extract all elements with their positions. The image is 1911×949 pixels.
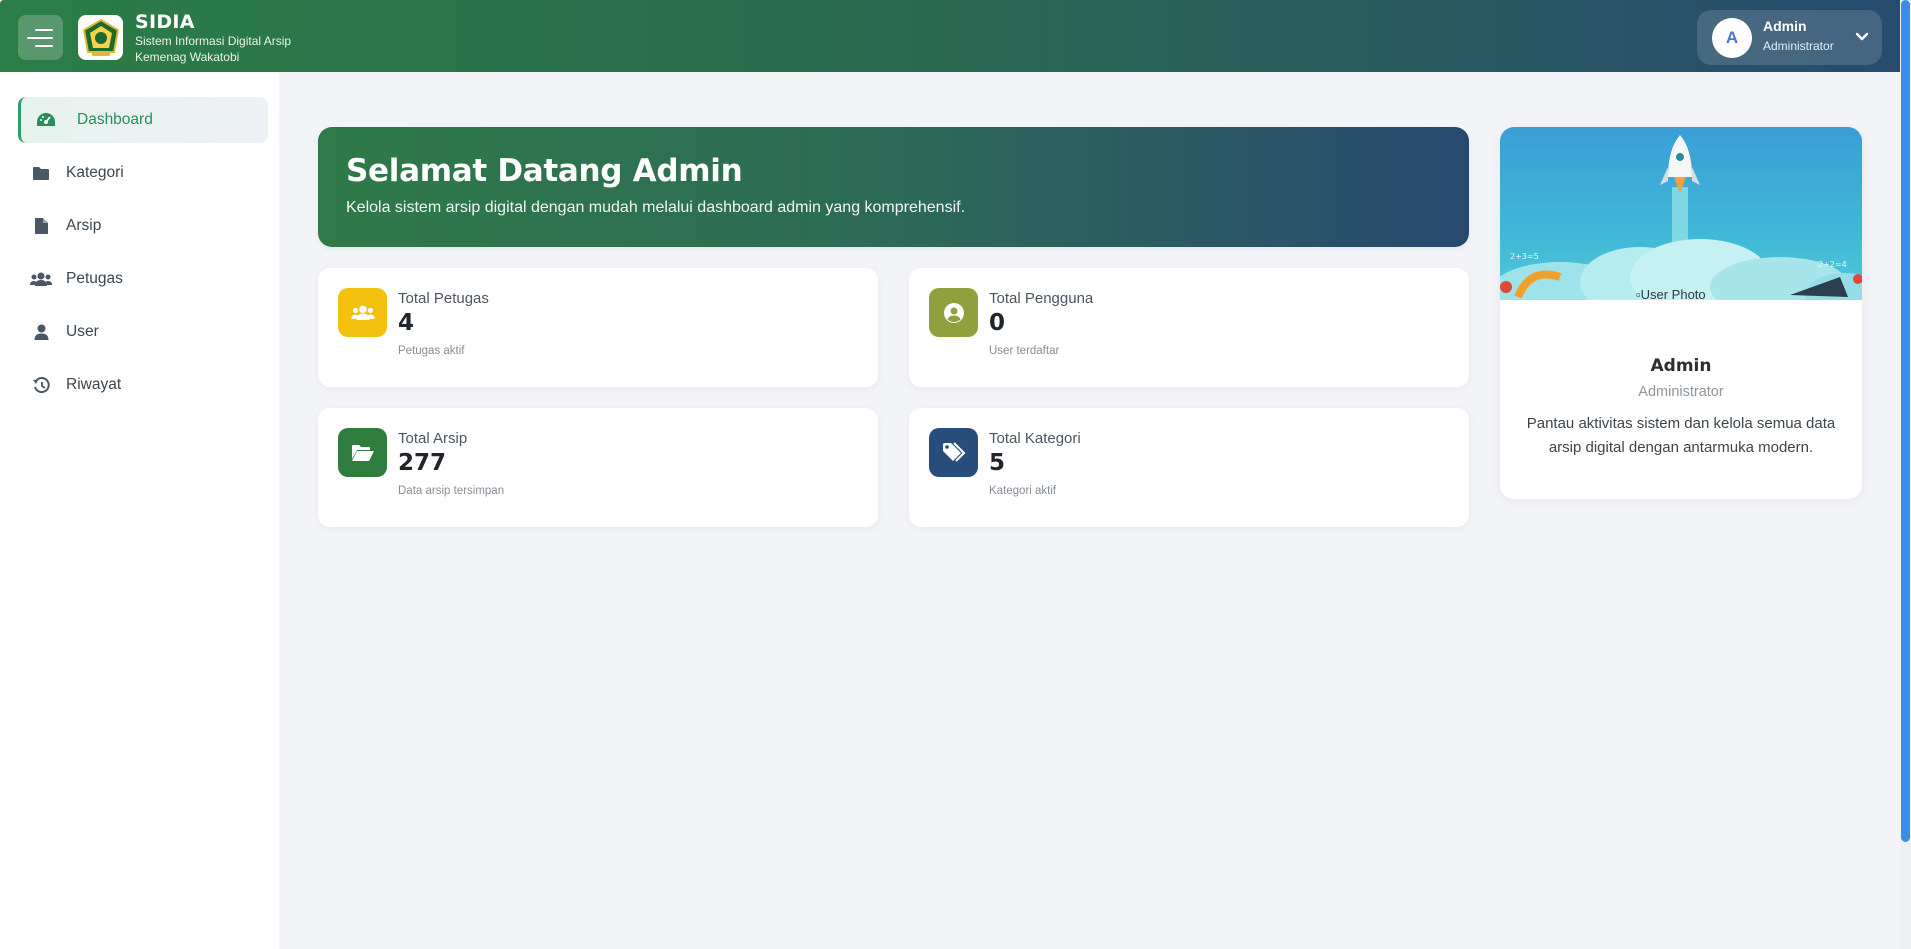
brand-subtitle: Sistem Informasi Digital Arsip Kemenag W…: [135, 33, 335, 65]
svg-text:2+2=4: 2+2=4: [1818, 260, 1847, 269]
stat-note: Data arsip tersimpan: [398, 485, 505, 497]
stat-value: 5: [989, 450, 1006, 476]
sidebar-item-label: User: [66, 323, 99, 340]
stat-value: 277: [398, 450, 447, 476]
file-icon: [30, 215, 52, 237]
top-bar: SIDIA Sistem Informasi Digital Arsip Kem…: [0, 0, 1900, 72]
history-icon: [30, 374, 52, 396]
sidebar-item-petugas[interactable]: Petugas: [18, 256, 268, 302]
user-name: Admin: [1763, 18, 1807, 34]
user-photo: ▫User Photo: [1636, 287, 1706, 302]
kemenag-emblem-icon: [82, 18, 119, 56]
menu-toggle-button[interactable]: [18, 15, 63, 60]
stat-label: Total Petugas: [398, 290, 489, 307]
stat-card-kategori: Total Kategori 5 Kategori aktif: [909, 408, 1469, 527]
folder-open-icon: [338, 428, 387, 477]
user-circle-icon: [929, 288, 978, 337]
chevron-down-icon: [1855, 32, 1869, 41]
stat-value: 0: [989, 310, 1006, 336]
stat-card-pengguna: Total Pengguna 0 User terdaftar: [909, 268, 1469, 387]
user-icon: [30, 321, 52, 343]
sidebar-item-label: Arsip: [66, 217, 102, 234]
sidebar-item-label: Riwayat: [66, 376, 122, 393]
user-menu-dropdown[interactable]: A Admin Administrator: [1697, 10, 1882, 65]
svg-text:2+3=5: 2+3=5: [1510, 252, 1539, 261]
stat-label: Total Arsip: [398, 430, 468, 447]
stat-label: Total Kategori: [989, 430, 1081, 447]
brand-subtitle-line: Kemenag Wakatobi: [135, 50, 240, 64]
brand-subtitle-line: Sistem Informasi Digital Arsip: [135, 34, 292, 48]
sidebar-item-user[interactable]: User: [18, 309, 268, 355]
sidebar-item-label: Petugas: [66, 270, 123, 287]
profile-role: Administrator: [1638, 384, 1724, 400]
stat-value: 4: [398, 310, 415, 336]
profile-description: Pantau aktivitas sistem dan kelola semua…: [1526, 415, 1836, 456]
scrollbar-thumb[interactable]: [1901, 0, 1910, 842]
folder-icon: [30, 162, 52, 184]
sidebar: Dashboard Kategori Arsip Petugas User Ri…: [0, 72, 279, 949]
welcome-title: Selamat Datang Admin: [346, 153, 743, 189]
menu-icon-line: [35, 28, 53, 31]
rocket-illustration-icon: 2+3=5 2+2=4: [1500, 135, 1862, 300]
stat-card-arsip: Total Arsip 277 Data arsip tersimpan: [318, 408, 878, 527]
menu-icon-line: [27, 36, 53, 39]
sidebar-item-riwayat[interactable]: Riwayat: [18, 362, 268, 408]
stat-note: Kategori aktif: [989, 485, 1057, 497]
sidebar-item-kategori[interactable]: Kategori: [18, 150, 268, 196]
menu-icon-line: [35, 44, 53, 47]
user-photo-alt-text: User Photo: [1640, 287, 1706, 302]
avatar: A: [1712, 18, 1752, 58]
profile-card: 2+3=5 2+2=4 ▫User Photo Admin Administra…: [1500, 127, 1862, 499]
stat-note: User terdaftar: [989, 345, 1060, 357]
tags-icon: [929, 428, 978, 477]
brand-title: SIDIA: [135, 11, 195, 33]
sidebar-item-arsip[interactable]: Arsip: [18, 203, 268, 249]
sidebar-item-label: Kategori: [66, 164, 124, 181]
user-role: Administrator: [1763, 39, 1834, 53]
gauge-icon: [35, 109, 57, 131]
kemenag-logo: [78, 15, 123, 60]
sidebar-item-label: Dashboard: [77, 111, 153, 128]
profile-name: Admin: [1650, 356, 1712, 376]
profile-hero-illustration: 2+3=5 2+2=4: [1500, 127, 1862, 300]
welcome-subtitle: Kelola sistem arsip digital dengan mudah…: [346, 199, 966, 216]
welcome-banner: Selamat Datang Admin Kelola sistem arsip…: [318, 127, 1469, 247]
stat-note: Petugas aktif: [398, 345, 465, 357]
stat-card-petugas: Total Petugas 4 Petugas aktif: [318, 268, 878, 387]
stat-label: Total Pengguna: [989, 290, 1094, 307]
sidebar-item-dashboard[interactable]: Dashboard: [18, 97, 268, 143]
users-icon: [338, 288, 387, 337]
users-icon: [30, 268, 52, 290]
